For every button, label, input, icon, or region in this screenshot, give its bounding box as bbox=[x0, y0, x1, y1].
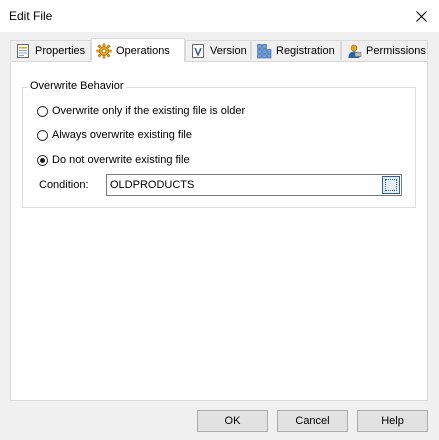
radio-label: Do not overwrite existing file bbox=[52, 154, 190, 166]
tab-label: Permissions bbox=[366, 44, 426, 57]
radio-label: Always overwrite existing file bbox=[52, 129, 192, 141]
tab-registration[interactable]: Registration bbox=[251, 40, 341, 60]
permissions-icon bbox=[348, 44, 362, 58]
tab-properties[interactable]: Properties bbox=[10, 40, 91, 60]
tab-strip: Properties Operations Version Registrati… bbox=[10, 38, 429, 62]
cancel-button[interactable]: Cancel bbox=[277, 410, 348, 432]
group-label: Overwrite Behavior bbox=[28, 80, 126, 92]
tab-label: Operations bbox=[116, 44, 170, 57]
gear-icon bbox=[96, 43, 112, 58]
tab-operations[interactable]: Operations bbox=[91, 38, 185, 62]
operations-tab-panel: Overwrite Behavior Overwrite only if the… bbox=[10, 61, 428, 401]
close-icon bbox=[415, 10, 427, 22]
condition-browse-button[interactable] bbox=[382, 176, 400, 194]
help-button[interactable]: Help bbox=[357, 410, 428, 432]
version-icon bbox=[192, 43, 204, 58]
radio-button-selected[interactable] bbox=[37, 154, 48, 166]
radio-overwrite-if-older[interactable]: Overwrite only if the existing file is o… bbox=[37, 105, 245, 117]
ok-button[interactable]: OK bbox=[197, 410, 268, 432]
window-title: Edit File bbox=[9, 9, 53, 23]
radio-always-overwrite[interactable]: Always overwrite existing file bbox=[37, 129, 192, 141]
condition-value: OLDPRODUCTS bbox=[110, 179, 195, 191]
radio-button[interactable] bbox=[37, 105, 48, 117]
tab-label: Version bbox=[210, 44, 247, 57]
close-button[interactable] bbox=[403, 0, 439, 32]
radio-label: Overwrite only if the existing file is o… bbox=[52, 105, 246, 117]
tab-version[interactable]: Version bbox=[185, 40, 251, 60]
condition-field[interactable]: OLDPRODUCTS bbox=[106, 174, 402, 196]
tab-label: Properties bbox=[35, 44, 86, 57]
edit-file-dialog: Edit File Properties Operations Version … bbox=[0, 0, 439, 440]
title-bar: Edit File bbox=[0, 0, 439, 32]
registry-icon bbox=[257, 43, 272, 58]
properties-icon bbox=[17, 43, 29, 58]
radio-button[interactable] bbox=[37, 129, 48, 141]
condition-label: Condition: bbox=[39, 179, 89, 191]
tab-label: Registration bbox=[276, 44, 335, 57]
ellipsis-icon bbox=[385, 179, 397, 191]
radio-do-not-overwrite[interactable]: Do not overwrite existing file bbox=[37, 154, 190, 166]
tab-permissions[interactable]: Permissions bbox=[341, 40, 428, 60]
